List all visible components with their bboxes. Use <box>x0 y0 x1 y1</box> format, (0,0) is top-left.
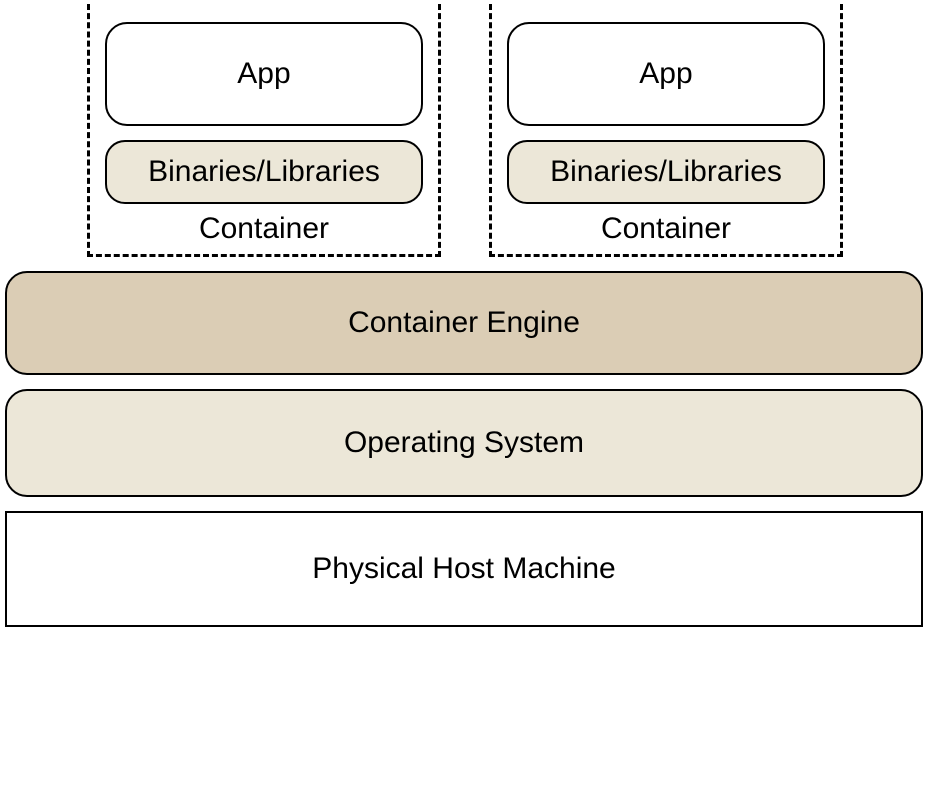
container-label-1: Container <box>199 212 329 246</box>
containers-row: App Binaries/Libraries Container App Bin… <box>5 0 923 257</box>
binaries-box-1: Binaries/Libraries <box>105 140 423 204</box>
app-label-2: App <box>639 57 692 91</box>
container-engine-label: Container Engine <box>348 306 580 340</box>
app-box-2: App <box>507 22 825 126</box>
container-1: App Binaries/Libraries Container <box>87 4 441 257</box>
container-engine-layer: Container Engine <box>5 271 923 375</box>
container-label-2: Container <box>601 212 731 246</box>
physical-host-layer: Physical Host Machine <box>5 511 923 627</box>
binaries-label-1: Binaries/Libraries <box>148 155 380 189</box>
app-box-1: App <box>105 22 423 126</box>
physical-host-label: Physical Host Machine <box>312 552 615 586</box>
operating-system-label: Operating System <box>344 426 584 460</box>
container-architecture-diagram: App Binaries/Libraries Container App Bin… <box>5 0 923 627</box>
binaries-box-2: Binaries/Libraries <box>507 140 825 204</box>
operating-system-layer: Operating System <box>5 389 923 497</box>
binaries-label-2: Binaries/Libraries <box>550 155 782 189</box>
app-label-1: App <box>237 57 290 91</box>
container-2: App Binaries/Libraries Container <box>489 4 843 257</box>
